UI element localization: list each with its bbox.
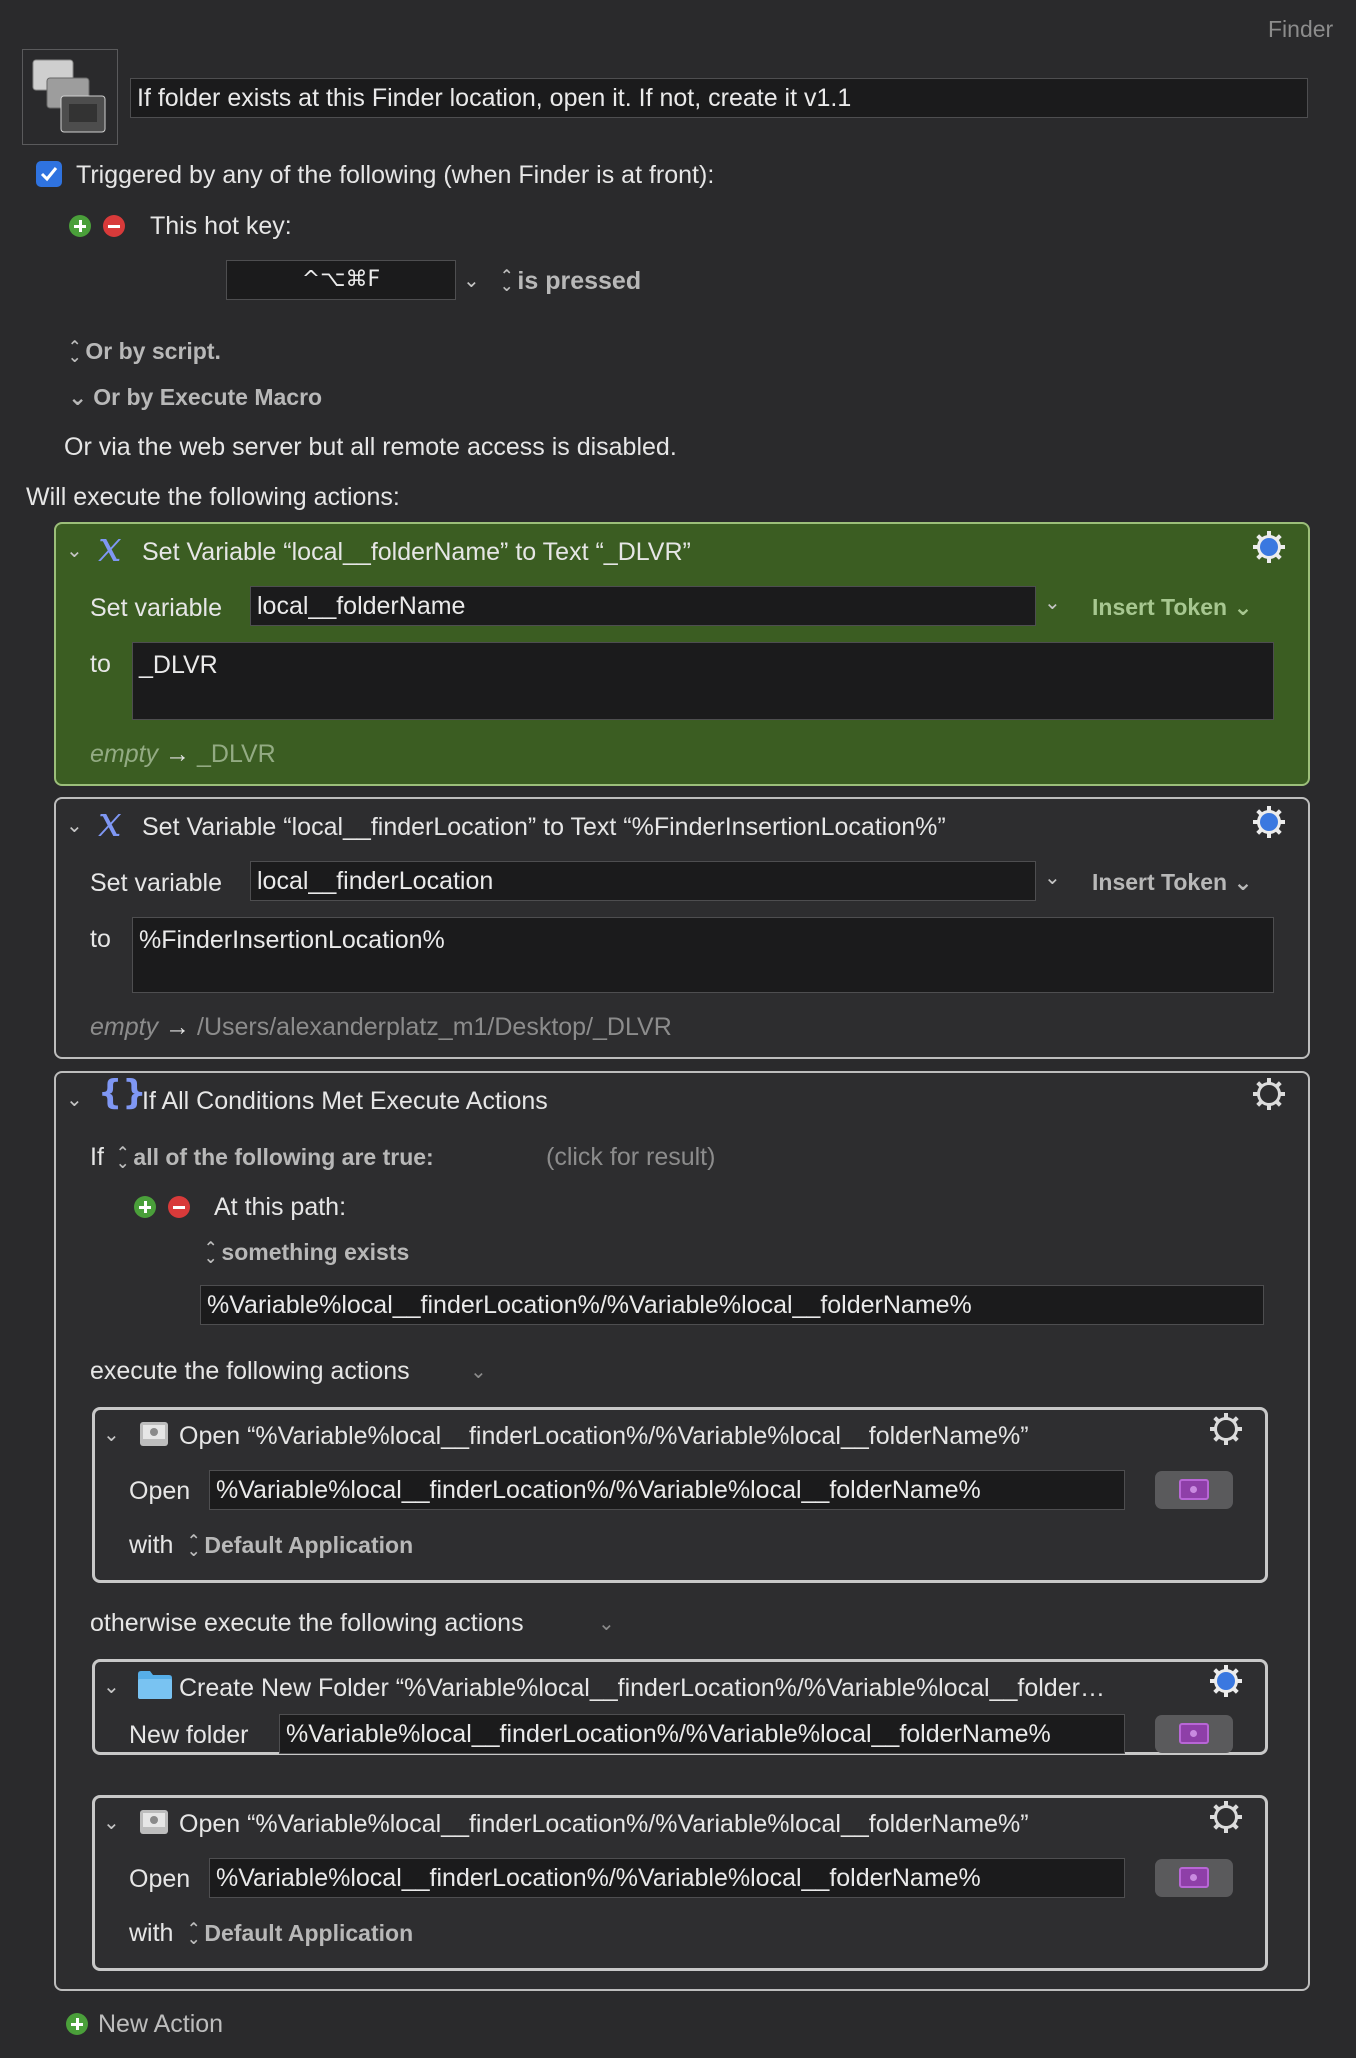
hotkey-dropdown-chevron-icon[interactable]: ⌄ (463, 268, 480, 293)
otherwise-actions-label: otherwise execute the following actions (90, 1609, 524, 1637)
choose-file-button[interactable] (1155, 1715, 1233, 1753)
with-label: with (129, 1919, 174, 1947)
path-condition-label: At this path: (214, 1193, 347, 1221)
gear-icon[interactable] (1209, 1800, 1243, 1834)
variable-dropdown-chevron-icon[interactable]: ⌄ (1044, 590, 1061, 615)
hotkey-label: This hot key: (150, 212, 292, 240)
set-variable-label: Set variable (90, 594, 223, 622)
will-execute-label: Will execute the following actions: (26, 483, 400, 511)
create-folder-action[interactable]: ⌄ Create New Folder “%Variable%local__fi… (92, 1659, 1268, 1755)
collapse-chevron-icon[interactable]: ⌄ (103, 1422, 120, 1447)
updown-icon: ⌃ ⌄ (204, 1239, 218, 1267)
gear-icon[interactable] (1252, 1077, 1286, 1111)
if-conditions-action[interactable]: ⌄ {} If All Conditions Met Execute Actio… (54, 1071, 1310, 1991)
new-action-plus-icon[interactable] (66, 2013, 88, 2035)
folder-icon (1179, 1867, 1209, 1888)
otherwise-chevron-icon[interactable]: ⌄ (598, 1611, 615, 1636)
to-label: to (90, 925, 111, 953)
with-label: with (129, 1531, 174, 1559)
insert-token-button[interactable]: Insert Token ⌄ (1092, 869, 1253, 896)
open-label: Open (129, 1477, 191, 1505)
remove-condition-button[interactable] (168, 1196, 190, 1218)
new-folder-path-field[interactable]: %Variable%local__finderLocation%/%Variab… (279, 1714, 1125, 1754)
set-variable-action-1[interactable]: ⌄ x Set Variable “local__folderName” to … (54, 522, 1310, 786)
set-variable-label: Set variable (90, 869, 223, 897)
hotkey-state-popup[interactable]: ⌃ ⌄ is pressed (500, 267, 641, 296)
folder-icon (138, 1671, 172, 1699)
add-trigger-button[interactable] (69, 215, 91, 237)
insert-token-button[interactable]: Insert Token ⌄ (1092, 594, 1253, 621)
chevron-down-icon: ⌄ (68, 384, 88, 410)
open-path-field[interactable]: %Variable%local__finderLocation%/%Variab… (209, 1858, 1125, 1898)
updown-icon: ⌃ ⌄ (187, 1532, 201, 1560)
result-preview: empty → /Users/alexanderplatz_m1/Desktop… (90, 1013, 672, 1041)
action-title: Set Variable “local__folderName” to Text… (142, 538, 691, 566)
condition-mode-popup[interactable]: ⌃ ⌄ all of the following are true: (116, 1144, 434, 1171)
action-title: Set Variable “local__finderLocation” to … (142, 813, 946, 841)
folder-icon (1179, 1723, 1209, 1744)
updown-icon: ⌃ ⌄ (116, 1144, 130, 1172)
variable-dropdown-chevron-icon[interactable]: ⌄ (1044, 865, 1061, 890)
or-by-execute-macro-disclosure[interactable]: ⌄ Or by Execute Macro (68, 384, 322, 411)
trigger-label: Triggered by any of the following (when … (76, 161, 715, 189)
action-title: Open “%Variable%local__finderLocation%/%… (179, 1810, 1029, 1838)
choose-file-button[interactable] (1155, 1471, 1233, 1509)
collapse-chevron-icon[interactable]: ⌄ (66, 538, 83, 563)
open-action-2[interactable]: ⌄ Open “%Variable%local__finderLocation%… (92, 1795, 1268, 1971)
action-title: Open “%Variable%local__finderLocation%/%… (179, 1422, 1029, 1450)
add-condition-button[interactable] (134, 1196, 156, 1218)
variable-x-icon: x (98, 797, 122, 846)
new-folder-label: New folder (129, 1721, 249, 1749)
path-condition-popup[interactable]: ⌃ ⌄ something exists (204, 1239, 409, 1266)
variable-name-field[interactable]: local__finderLocation (250, 861, 1036, 901)
open-action-1[interactable]: ⌄ Open “%Variable%local__finderLocation%… (92, 1407, 1268, 1583)
result-preview: empty → _DLVR (90, 740, 276, 768)
hotkey-field[interactable]: ^⌥⌘F (226, 260, 456, 300)
open-label: Open (129, 1865, 191, 1893)
macro-icon[interactable] (22, 49, 118, 145)
execute-actions-label: execute the following actions (90, 1357, 410, 1385)
collapse-chevron-icon[interactable]: ⌄ (66, 813, 83, 838)
gear-icon[interactable] (1252, 805, 1286, 839)
if-label: If (90, 1143, 104, 1171)
text-value-field[interactable]: _DLVR (132, 642, 1274, 720)
action-title: If All Conditions Met Execute Actions (142, 1087, 548, 1115)
macro-name-field[interactable]: If folder exists at this Finder location… (130, 78, 1308, 118)
folder-icon (1179, 1479, 1209, 1500)
execute-chevron-icon[interactable]: ⌄ (470, 1359, 487, 1384)
trigger-checkbox[interactable] (36, 161, 62, 187)
gear-icon[interactable] (1252, 530, 1286, 564)
click-for-result[interactable]: (click for result) (546, 1143, 715, 1172)
updown-icon: ⌃ ⌄ (187, 1920, 201, 1948)
collapse-chevron-icon[interactable]: ⌄ (103, 1674, 120, 1699)
updown-icon: ⌃ ⌄ (500, 268, 514, 296)
web-server-note: Or via the web server but all remote acc… (64, 433, 677, 461)
choose-file-button[interactable] (1155, 1859, 1233, 1897)
collapse-chevron-icon[interactable]: ⌄ (103, 1810, 120, 1835)
new-action-button[interactable]: New Action (98, 2010, 223, 2039)
checkmark-icon (40, 167, 58, 182)
application-popup[interactable]: ⌃ ⌄ Default Application (187, 1532, 413, 1559)
application-popup[interactable]: ⌃ ⌄ Default Application (187, 1920, 413, 1947)
open-path-field[interactable]: %Variable%local__finderLocation%/%Variab… (209, 1470, 1125, 1510)
gear-icon[interactable] (1209, 1412, 1243, 1446)
app-name: Finder (1268, 16, 1334, 42)
remove-trigger-button[interactable] (103, 215, 125, 237)
finder-disk-icon (140, 1422, 168, 1446)
variable-x-icon: x (98, 522, 122, 571)
collapse-chevron-icon[interactable]: ⌄ (66, 1087, 83, 1112)
finder-disk-icon (140, 1810, 168, 1834)
or-by-script-popup[interactable]: ⌃ ⌄ Or by script. (68, 338, 221, 365)
action-title: Create New Folder “%Variable%local__find… (179, 1674, 1105, 1702)
path-field[interactable]: %Variable%local__finderLocation%/%Variab… (200, 1285, 1264, 1325)
updown-icon: ⌃ ⌄ (68, 338, 82, 366)
gear-icon[interactable] (1209, 1664, 1243, 1698)
set-variable-action-2[interactable]: ⌄ x Set Variable “local__finderLocation”… (54, 797, 1310, 1059)
variable-name-field[interactable]: local__folderName (250, 586, 1036, 626)
to-label: to (90, 650, 111, 678)
braces-icon: {} (98, 1073, 147, 1113)
text-value-field[interactable]: %FinderInsertionLocation% (132, 917, 1274, 993)
